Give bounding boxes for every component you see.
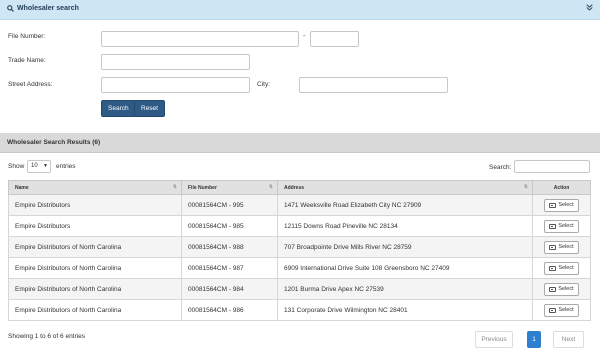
search-icon	[7, 5, 14, 12]
id-card-icon	[549, 223, 557, 229]
page-1-button[interactable]: 1	[527, 331, 541, 348]
cell-file-number: 00081564CM - 987	[181, 257, 278, 279]
select-button[interactable]: Select	[544, 240, 579, 254]
file-number-label: File Number:	[8, 33, 46, 40]
cell-address: 1201 Burma Drive Apex NC 27539	[277, 278, 533, 300]
street-address-input[interactable]	[101, 77, 250, 93]
results-title: Wholesaler Search Results (6)	[7, 139, 101, 146]
cell-file-number: 00081564CM - 985	[181, 215, 278, 237]
entries-label: entries	[56, 163, 76, 170]
table-row: Empire Distributors of North Carolina 00…	[8, 299, 591, 321]
page-size-value: 10	[31, 163, 38, 169]
select-button[interactable]: Select	[544, 219, 579, 233]
cell-file-number: 00081564CM - 986	[181, 299, 278, 321]
id-card-icon	[549, 286, 557, 292]
search-panel-title-text: Wholesaler search	[17, 5, 79, 12]
select-button[interactable]: Select	[544, 198, 579, 212]
chevron-down-icon: ▼	[43, 163, 48, 169]
cell-name: Empire Distributors of North Carolina	[8, 278, 182, 300]
next-page-button[interactable]: Next	[553, 331, 584, 348]
page-size-select[interactable]: 10 ▼	[27, 160, 51, 173]
results-header: Wholesaler Search Results (6)	[0, 133, 600, 153]
street-address-label: Street Address:	[8, 81, 53, 88]
table-row: Empire Distributors of North Carolina 00…	[8, 278, 591, 300]
cell-file-number: 00081564CM - 984	[181, 278, 278, 300]
previous-page-button[interactable]: Previous	[475, 331, 513, 348]
file-number-separator: -	[303, 33, 306, 40]
results-table: Name ⇅ File Number ⇅ Address ⇅ Action Empir…	[8, 180, 591, 321]
table-row: Empire Distributors 00081564CM - 985 121…	[8, 215, 591, 237]
cell-name: Empire Distributors of North Carolina	[8, 299, 182, 321]
show-label: Show	[8, 163, 25, 170]
table-info: Showing 1 to 6 of 6 entries	[8, 333, 85, 340]
select-button[interactable]: Select	[544, 282, 579, 296]
reset-button[interactable]: Reset	[134, 100, 165, 117]
cell-name: Empire Distributors of North Carolina	[8, 257, 182, 279]
table-search-label: Search:	[489, 164, 512, 171]
table-row: Empire Distributors of North Carolina 00…	[8, 236, 591, 258]
table-search-input[interactable]	[514, 160, 590, 173]
cell-address: 707 Broadpointe Drive Mills River NC 287…	[277, 236, 533, 258]
cell-name: Empire Distributors	[8, 215, 182, 237]
column-header-address[interactable]: Address ⇅	[277, 180, 533, 195]
trade-name-label: Trade Name:	[8, 57, 46, 64]
table-row: Empire Distributors 00081564CM - 995 147…	[8, 194, 591, 216]
city-label: City:	[257, 81, 270, 88]
cell-file-number: 00081564CM - 995	[181, 194, 278, 216]
select-button[interactable]: Select	[544, 261, 579, 275]
file-number-suffix-input[interactable]	[310, 31, 359, 47]
search-button[interactable]: Search	[101, 100, 136, 117]
select-button[interactable]: Select	[544, 303, 579, 317]
search-form: File Number: - Trade Name: Street Addres…	[0, 20, 600, 133]
table-header-row: Name ⇅ File Number ⇅ Address ⇅ Action	[8, 180, 591, 195]
search-panel-header: Wholesaler search	[0, 0, 600, 20]
id-card-icon	[549, 307, 557, 313]
id-card-icon	[549, 244, 557, 250]
cell-name: Empire Distributors of North Carolina	[8, 236, 182, 258]
cell-address: 12115 Downs Road Pineville NC 28134	[277, 215, 533, 237]
column-header-name[interactable]: Name ⇅	[8, 180, 182, 195]
sort-icon: ⇅	[172, 184, 177, 190]
id-card-icon	[549, 202, 557, 208]
id-card-icon	[549, 265, 557, 271]
column-header-file-number[interactable]: File Number ⇅	[181, 180, 278, 195]
column-header-action: Action	[532, 180, 591, 195]
sort-icon: ⇅	[268, 184, 273, 190]
file-number-input[interactable]	[101, 31, 299, 47]
double-chevron-down-icon[interactable]	[586, 4, 593, 13]
trade-name-input[interactable]	[101, 54, 250, 70]
city-input[interactable]	[299, 77, 448, 93]
table-row: Empire Distributors of North Carolina 00…	[8, 257, 591, 279]
cell-address: 131 Corporate Drive Wilmington NC 28401	[277, 299, 533, 321]
sort-icon: ⇅	[523, 184, 528, 190]
cell-name: Empire Distributors	[8, 194, 182, 216]
cell-address: 1471 Weeksville Road Elizabeth City NC 2…	[277, 194, 533, 216]
cell-address: 6909 International Drive Suite 108 Green…	[277, 257, 533, 279]
search-panel-title: Wholesaler search	[7, 5, 79, 12]
cell-file-number: 00081564CM - 988	[181, 236, 278, 258]
